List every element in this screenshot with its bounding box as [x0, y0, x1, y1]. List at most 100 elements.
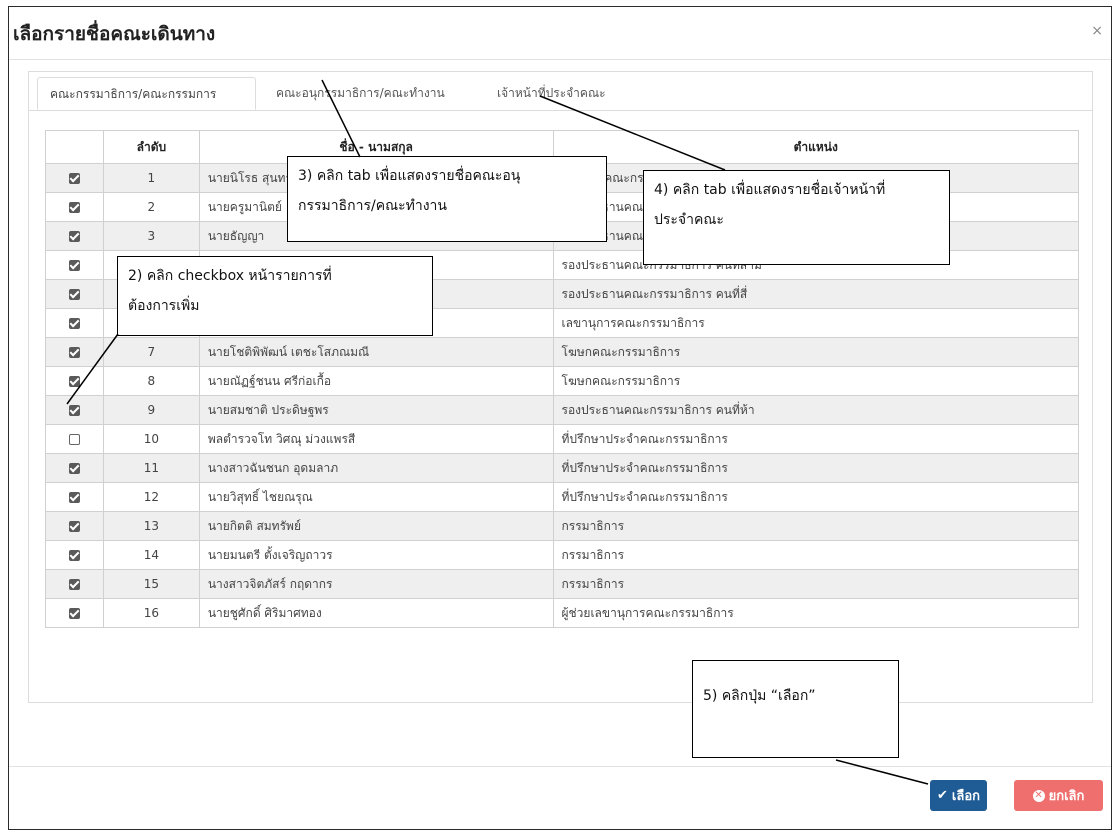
row-name: นายณัฏฐ์ชนน ศรีก่อเกื้อ: [198, 366, 554, 396]
row-position: โฆษกคณะกรรมาธิการ: [552, 366, 1079, 396]
row-checkbox-cell: [45, 250, 104, 280]
row-order: 15: [102, 569, 200, 599]
row-checkbox-cell: [45, 221, 104, 251]
row-order: 3: [102, 221, 200, 251]
row-position: รองประธานคณะกรรมาธิการ คนที่สี่: [552, 279, 1079, 309]
row-order: 9: [102, 395, 200, 425]
row-order: 16: [102, 598, 200, 628]
row-name: นายกิตติ สมทรัพย์: [198, 511, 554, 541]
row-position: ที่ปรึกษาประจำคณะกรรมาธิการ: [552, 482, 1079, 512]
select-button-label: เลือก: [951, 789, 980, 804]
cancel-button[interactable]: ✕ ยกเลิก: [1014, 780, 1103, 811]
tab-subcommittee[interactable]: คณะอนุกรรมาธิการ/คณะทำงาน: [264, 77, 479, 110]
row-checkbox-cell: [45, 424, 104, 454]
tab-staff[interactable]: เจ้าหน้าที่ประจำคณะ: [485, 77, 635, 110]
table-row: 9 นายสมชาติ ประดิษฐพร รองประธานคณะกรรมาธิก…: [45, 395, 1079, 425]
row-checkbox[interactable]: [68, 434, 80, 445]
row-checkbox[interactable]: [68, 202, 80, 213]
row-checkbox-cell: [45, 192, 104, 222]
row-position: ที่ปรึกษาประจำคณะกรรมาธิการ: [552, 424, 1079, 454]
callout-subcommittee-line1: 3) คลิก tab เพื่อแสดงรายชื่อคณะอนุ: [298, 168, 521, 184]
row-checkbox[interactable]: [68, 231, 80, 242]
row-checkbox[interactable]: [68, 521, 80, 532]
row-position: กรรมาธิการ: [552, 511, 1079, 541]
row-checkbox[interactable]: [68, 318, 80, 329]
row-checkbox-cell: [45, 482, 104, 512]
row-name: นายวิสุทธิ์ ไชยณรุณ: [198, 482, 554, 512]
row-checkbox[interactable]: [68, 405, 80, 416]
row-checkbox[interactable]: [68, 463, 80, 474]
callout-checkbox-line2: ต้องการเพิ่ม: [128, 298, 200, 314]
row-checkbox-cell: [45, 511, 104, 541]
row-checkbox-cell: [45, 540, 104, 570]
row-checkbox[interactable]: [68, 608, 80, 619]
row-order: 7: [102, 337, 200, 367]
callout-select-button: 5) คลิกปุ่ม “เลือก”: [692, 660, 899, 758]
modal-header: เลือกรายชื่อคณะเดินทาง ×: [9, 7, 1111, 60]
callout-staff-line2: ประจำคณะ: [654, 212, 724, 228]
row-name: นายสมชาติ ประดิษฐพร: [198, 395, 554, 425]
row-order: 12: [102, 482, 200, 512]
table-row: 13 นายกิตติ สมทรัพย์ กรรมาธิการ: [45, 511, 1079, 541]
footer-divider: [9, 766, 1111, 767]
header-order: ลำดับ: [102, 130, 200, 164]
row-checkbox[interactable]: [68, 579, 80, 590]
row-checkbox-cell: [45, 308, 104, 338]
row-order: 8: [102, 366, 200, 396]
tab-committee[interactable]: คณะกรรมาธิการ/คณะกรรมการ: [37, 77, 256, 110]
row-order: 2: [102, 192, 200, 222]
callout-subcommittee-tab: 3) คลิก tab เพื่อแสดงรายชื่อคณะอนุ กรรมา…: [287, 156, 607, 242]
row-checkbox-cell: [45, 279, 104, 309]
table-row: 15 นางสาวจิตภัสร์ กฤดากร กรรมาธิการ: [45, 569, 1079, 599]
check-icon: ✔: [937, 788, 948, 803]
cancel-button-label: ยกเลิก: [1048, 789, 1085, 804]
callout-select-line1: 5) คลิกปุ่ม “เลือก”: [703, 688, 816, 704]
row-checkbox-cell: [45, 453, 104, 483]
row-checkbox[interactable]: [68, 376, 80, 387]
row-checkbox[interactable]: [68, 492, 80, 503]
table-row: 12 นายวิสุทธิ์ ไชยณรุณ ที่ปรึกษาประจำคณะกร…: [45, 482, 1079, 512]
row-order: 1: [102, 163, 200, 193]
row-checkbox[interactable]: [68, 347, 80, 358]
table-row: 10 พลตำรวจโท วิศณุ ม่วงแพรสี ที่ปรึกษาประจ…: [45, 424, 1079, 454]
row-position: กรรมาธิการ: [552, 569, 1079, 599]
callout-checkbox-line1: 2) คลิก checkbox หน้ารายการที่: [128, 268, 332, 284]
table-row: 14 นายมนตรี ตั้งเจริญถาวร กรรมาธิการ: [45, 540, 1079, 570]
row-name: นายชูศักดิ์ ศิริมาศทอง: [198, 598, 554, 628]
table-row: 16 นายชูศักดิ์ ศิริมาศทอง ผู้ช่วยเลขานุการ…: [45, 598, 1079, 628]
header-checkbox: [45, 130, 104, 164]
row-position: รองประธานคณะกรรมาธิการ คนที่ห้า: [552, 395, 1079, 425]
row-checkbox[interactable]: [68, 260, 80, 271]
callout-checkbox: 2) คลิก checkbox หน้ารายการที่ ต้องการเพ…: [117, 256, 433, 336]
row-checkbox-cell: [45, 337, 104, 367]
row-order: 11: [102, 453, 200, 483]
row-checkbox-cell: [45, 395, 104, 425]
row-position: ผู้ช่วยเลขานุการคณะกรรมาธิการ: [552, 598, 1079, 628]
row-name: นายมนตรี ตั้งเจริญถาวร: [198, 540, 554, 570]
row-checkbox-cell: [45, 598, 104, 628]
callout-staff-tab: 4) คลิก tab เพื่อแสดงรายชื่อเจ้าหน้าที่ …: [643, 170, 950, 265]
row-position: กรรมาธิการ: [552, 540, 1079, 570]
close-circle-icon: ✕: [1032, 789, 1045, 802]
row-order: 14: [102, 540, 200, 570]
callout-staff-line1: 4) คลิก tab เพื่อแสดงรายชื่อเจ้าหน้าที่: [654, 182, 886, 198]
table-row: 7 นายโชติพิพัฒน์ เตชะโสภณมณี โฆษกคณะกรรมาธ…: [45, 337, 1079, 367]
select-travel-members-modal: เลือกรายชื่อคณะเดินทาง × คณะกรรมาธิการ/ค…: [8, 6, 1112, 830]
select-button[interactable]: ✔ เลือก: [930, 780, 987, 811]
row-checkbox[interactable]: [68, 289, 80, 300]
tab-bar: คณะกรรมาธิการ/คณะกรรมการ คณะอนุกรรมาธิกา…: [29, 77, 1092, 111]
row-position: เลขานุการคณะกรรมาธิการ: [552, 308, 1079, 338]
close-icon[interactable]: ×: [1091, 23, 1103, 39]
header-position: ตำแหน่ง: [552, 130, 1079, 164]
modal-title: เลือกรายชื่อคณะเดินทาง: [13, 23, 216, 45]
callout-subcommittee-line2: กรรมาธิการ/คณะทำงาน: [298, 198, 447, 214]
row-checkbox-cell: [45, 163, 104, 193]
row-name: นางสาวฉันชนก อุดมลาภ: [198, 453, 554, 483]
row-checkbox[interactable]: [68, 550, 80, 561]
row-checkbox-cell: [45, 569, 104, 599]
table-row: 8 นายณัฏฐ์ชนน ศรีก่อเกื้อ โฆษกคณะกรรมาธิกา…: [45, 366, 1079, 396]
row-name: พลตำรวจโท วิศณุ ม่วงแพรสี: [198, 424, 554, 454]
row-name: นางสาวจิตภัสร์ กฤดากร: [198, 569, 554, 599]
row-checkbox[interactable]: [68, 173, 80, 184]
row-position: โฆษกคณะกรรมาธิการ: [552, 337, 1079, 367]
